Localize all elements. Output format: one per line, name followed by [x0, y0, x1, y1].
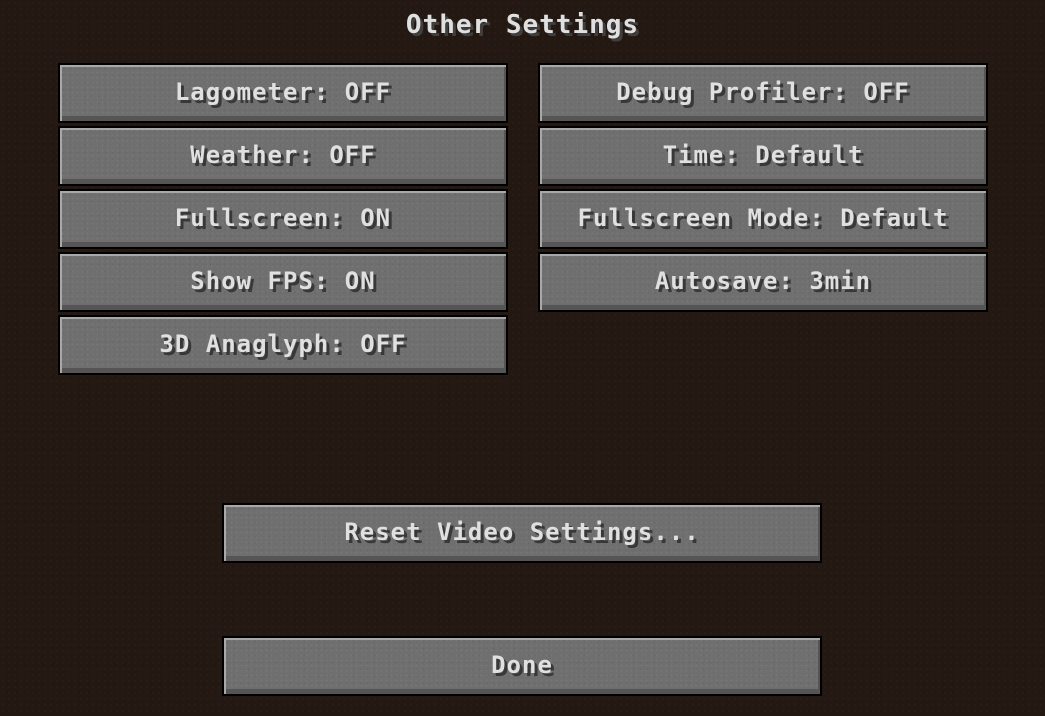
weather-button[interactable]: Weather: OFF	[58, 126, 508, 186]
screen-title: Other Settings	[405, 10, 640, 40]
reset-video-settings-button[interactable]: Reset Video Settings...	[222, 503, 822, 563]
debug-profiler-button[interactable]: Debug Profiler: OFF	[538, 63, 988, 123]
time-button[interactable]: Time: Default	[538, 126, 988, 186]
autosave-button[interactable]: Autosave: 3min	[538, 252, 988, 312]
fullscreen-button[interactable]: Fullscreen: ON	[58, 189, 508, 249]
done-button[interactable]: Done	[222, 636, 822, 696]
lagometer-button[interactable]: Lagometer: OFF	[58, 63, 508, 123]
3d-anaglyph-button[interactable]: 3D Anaglyph: OFF	[58, 315, 508, 375]
fullscreen-mode-button[interactable]: Fullscreen Mode: Default	[538, 189, 988, 249]
show-fps-button[interactable]: Show FPS: ON	[58, 252, 508, 312]
